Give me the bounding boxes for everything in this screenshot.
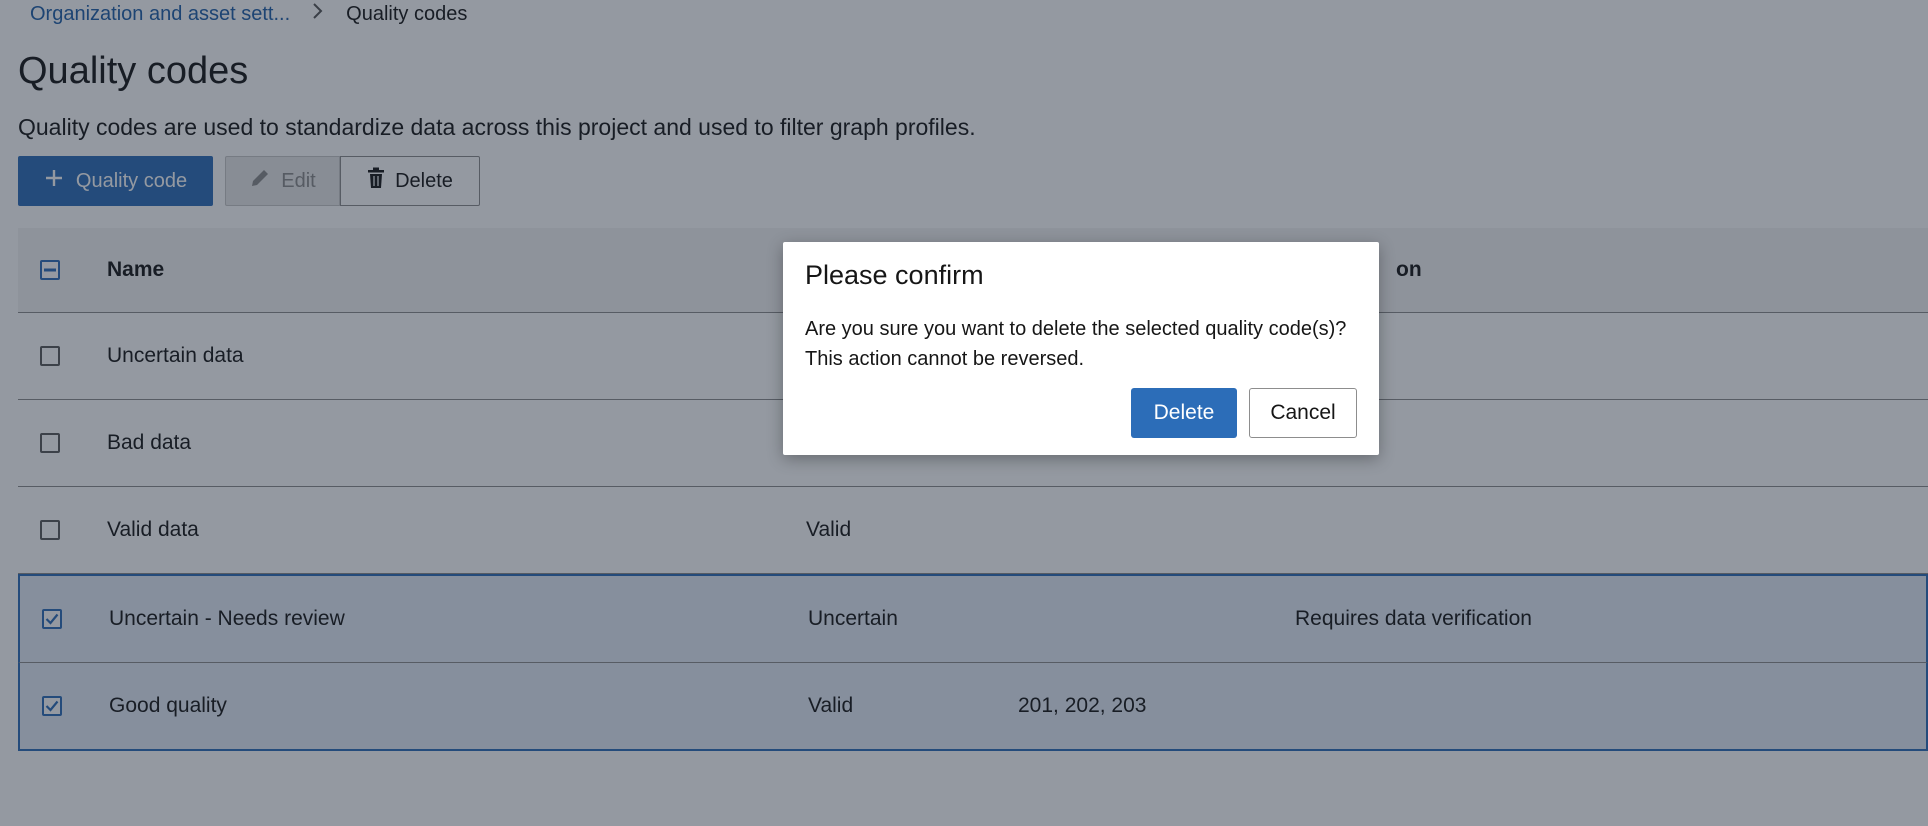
dialog-message-line2: This action cannot be reversed. [805,348,1085,370]
confirm-delete-dialog: Please confirm Are you sure you want to … [783,242,1379,455]
dialog-message: Are you sure you want to delete the sele… [805,314,1365,374]
confirm-delete-button[interactable]: Delete [1131,388,1237,438]
dialog-message-line1: Are you sure you want to delete the sele… [805,318,1347,340]
cancel-button[interactable]: Cancel [1249,388,1357,438]
dialog-title: Please confirm [805,260,984,290]
